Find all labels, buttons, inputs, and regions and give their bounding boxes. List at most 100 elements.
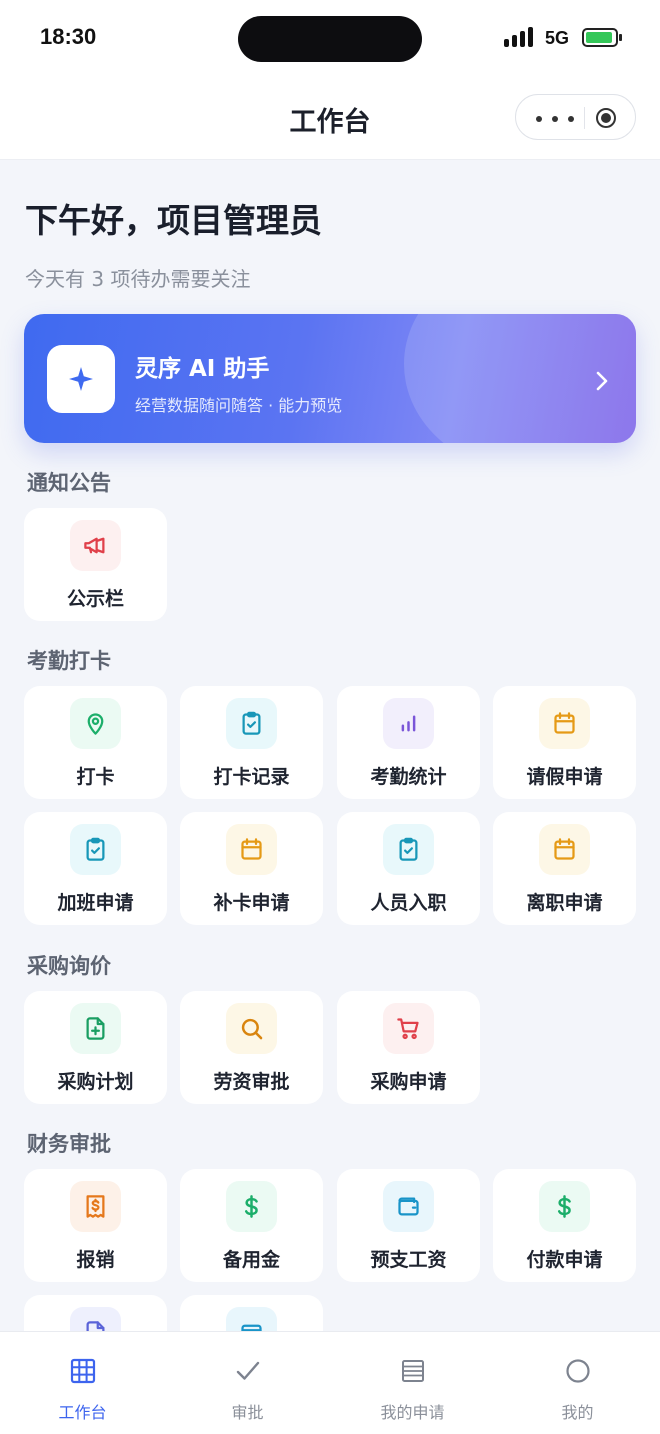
tile-icon-bg [226,1003,277,1054]
tile-label: 采购计划 [57,1071,134,1093]
tile-label: 付款申请 [526,1249,603,1271]
tile-icon-bg [226,824,277,875]
tile-label: 离职申请 [526,892,603,914]
tile-icon-bg [226,1181,277,1232]
calendar-icon [241,838,262,860]
tile-label: 劳资审批 [213,1071,290,1093]
tile-purchase-request[interactable]: 采购申请 [337,991,480,1104]
list-icon [402,1360,424,1382]
tile-icon-bg [383,1003,434,1054]
tile-icon-bg [383,824,434,875]
section-title-notice: 通知公告 [27,471,111,495]
status-bar: 18:30 5G [0,0,660,76]
tile-payment-request[interactable]: 付款申请 [493,1169,636,1282]
miniprogram-capsule [515,94,636,140]
tab-workbench[interactable]: 工作台 [0,1332,165,1434]
profile-circle-icon [566,1359,590,1383]
tab-approval[interactable]: 审批 [165,1332,330,1434]
location-pin-icon [87,713,104,735]
tile-icon-bg [383,1181,434,1232]
section-title-attendance: 考勤打卡 [27,649,111,673]
bottom-tab-bar: 工作台 审批 我的申请 我的 [0,1331,660,1434]
section-title-finance: 财务审批 [27,1132,111,1156]
tile-bulletin-board[interactable]: 公示栏 [24,508,167,621]
tab-label: 我的申请 [380,1403,445,1422]
tile-label: 考勤统计 [370,766,447,788]
tile-clock-in[interactable]: 打卡 [24,686,167,799]
tile-missed-clock-request[interactable]: 补卡申请 [180,812,323,925]
tile-icon-bg [539,824,590,875]
tile-onboarding[interactable]: 人员入职 [337,812,480,925]
tile-attendance-stats[interactable]: 考勤统计 [337,686,480,799]
calendar-icon [554,712,575,734]
status-time: 18:30 [40,24,97,49]
tile-icon-bg [539,1181,590,1232]
receipt-icon [86,1195,105,1218]
dollar-icon [557,1195,571,1218]
clipboard-check-icon [399,837,418,861]
capsule-divider [584,107,585,129]
tile-label: 备用金 [222,1249,280,1271]
section-title-procurement: 采购询价 [27,954,111,978]
greeting-title: 下午好，项目管理员 [25,201,322,240]
tile-icon-bg [226,698,277,749]
ai-assistant-card[interactable]: 灵序 AI 助手 经营数据随问随答 · 能力预览 [24,314,636,443]
close-miniprogram-icon[interactable] [596,108,616,128]
clipboard-check-icon [86,837,105,861]
tile-resignation-request[interactable]: 离职申请 [493,812,636,925]
tile-label: 加班申请 [57,892,134,914]
clipboard-check-icon [242,711,261,735]
tile-procurement-plan[interactable]: 采购计划 [24,991,167,1104]
tile-leave-request[interactable]: 请假申请 [493,686,636,799]
sparkle-icon [69,367,93,391]
tile-label: 公示栏 [66,588,124,610]
dynamic-island [238,16,422,62]
tile-icon-bg [539,698,590,749]
tile-salary-advance[interactable]: 预支工资 [337,1169,480,1282]
chevron-right-icon [596,371,608,391]
battery-icon [582,28,622,47]
megaphone-icon [84,537,105,554]
tile-clock-records[interactable]: 打卡记录 [180,686,323,799]
tab-label: 我的 [561,1403,594,1422]
tile-label: 打卡记录 [213,766,290,788]
tile-petty-cash[interactable]: 备用金 [180,1169,323,1282]
calendar-icon [554,838,575,860]
tab-my-applications[interactable]: 我的申请 [330,1332,495,1434]
bar-chart-icon [401,715,416,732]
tile-label: 请假申请 [526,766,603,788]
tile-reimbursement[interactable]: 报销 [24,1169,167,1282]
tile-overtime-request[interactable]: 加班申请 [24,812,167,925]
tile-label: 补卡申请 [213,892,290,914]
tab-label: 审批 [231,1403,264,1422]
nav-bar: 工作台 [0,76,660,160]
tile-label: 报销 [76,1249,115,1271]
tile-labor-approval[interactable]: 劳资审批 [180,991,323,1104]
search-icon [241,1018,263,1040]
tile-icon-bg [70,1181,121,1232]
signal-icon [504,27,536,47]
file-plus-icon [86,1017,105,1040]
ai-card-title: 灵序 AI 助手 [135,356,270,382]
ai-icon-box [47,345,115,413]
more-icon[interactable] [536,116,574,122]
check-icon [236,1361,260,1380]
tile-icon-bg [70,520,121,571]
tab-profile[interactable]: 我的 [495,1332,660,1434]
tile-icon-bg [70,1003,121,1054]
tile-label: 采购申请 [370,1071,447,1093]
shopping-cart-icon [397,1018,419,1040]
tab-label: 工作台 [58,1403,107,1422]
grid-icon [70,1358,96,1384]
tile-label: 人员入职 [370,892,447,914]
ai-card-subtitle: 经营数据随问随答 · 能力预览 [135,396,343,415]
wallet-icon [398,1197,419,1216]
todo-summary: 今天有 3 项待办需要关注 [25,267,251,291]
tile-icon-bg [70,698,121,749]
tile-icon-bg [70,824,121,875]
network-label: 5G [545,28,570,48]
dollar-icon [244,1195,258,1218]
tile-icon-bg [383,698,434,749]
tile-label: 预支工资 [370,1249,447,1271]
tile-label: 打卡 [76,766,115,788]
